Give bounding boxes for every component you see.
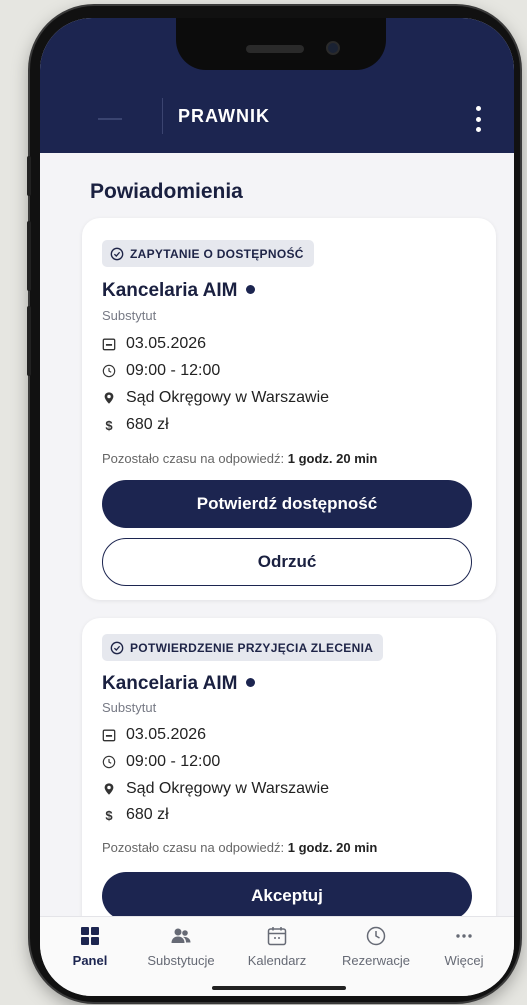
bottom-tab-bar: Panel Substytucje Kalendarz Rezerwacje W…	[40, 916, 514, 996]
tab-kalendarz[interactable]: Kalendarz	[232, 925, 322, 968]
location-row: Sąd Okręgowy w Warszawie	[102, 389, 329, 407]
notch	[176, 18, 386, 70]
tab-label: Substytucje	[147, 953, 215, 968]
tab-label: Rezerwacje	[342, 953, 410, 968]
home-indicator[interactable]	[212, 986, 346, 990]
price-row: $ 680 zł	[102, 806, 168, 824]
notification-card: ZAPYTANIE O DOSTĘPNOŚĆ Kancelaria AIM Su…	[82, 218, 496, 600]
price-row: $ 680 zł	[102, 416, 168, 434]
header-divider	[162, 98, 163, 134]
client-name: Kancelaria AIM	[102, 280, 255, 302]
app-title: PRAWNIK	[178, 106, 270, 126]
notification-card: POTWIERDZENIE PRZYJĘCIA ZLECENIA Kancela…	[82, 618, 496, 938]
tab-label: Więcej	[444, 953, 484, 968]
role-label: Substytut	[102, 308, 157, 323]
volume-down-button	[27, 306, 31, 376]
accept-button[interactable]: Akceptuj	[102, 872, 472, 920]
phone-screen: PRAWNIK Powiadomienia ZAPYTANIE O DOSTĘP…	[40, 18, 514, 996]
calendar-icon	[267, 927, 287, 946]
volume-up-button	[27, 221, 31, 291]
dashboard-icon	[81, 927, 99, 945]
location-row: Sąd Okręgowy w Warszawie	[102, 780, 329, 798]
clock-icon	[102, 755, 116, 769]
confirm-availability-button[interactable]: Potwierdź dostępność	[102, 480, 472, 528]
app-header: PRAWNIK	[40, 18, 514, 153]
dollar-icon: $	[105, 807, 113, 823]
users-icon	[171, 928, 191, 943]
client-name: Kancelaria AIM	[102, 673, 255, 695]
calendar-icon	[102, 729, 116, 742]
badge-label: POTWIERDZENIE PRZYJĘCIA ZLECENIA	[130, 640, 374, 655]
date-row: 03.05.2026	[102, 335, 206, 353]
tab-label: Panel	[72, 953, 108, 968]
response-time-remaining: Pozostało czasu na odpowiedź: 1 godz. 20…	[102, 451, 378, 466]
tab-panel[interactable]: Panel	[45, 925, 135, 968]
tab-wiecej[interactable]: Więcej	[419, 925, 509, 968]
speaker-grille	[246, 45, 304, 53]
clock-icon	[102, 364, 116, 378]
more-options-icon[interactable]	[468, 104, 488, 134]
date-row: 03.05.2026	[102, 726, 206, 744]
time-row: 09:00 - 12:00	[102, 362, 220, 380]
location-pin-icon	[104, 783, 114, 795]
menu-icon[interactable]	[98, 118, 122, 120]
time-row: 09:00 - 12:00	[102, 753, 220, 771]
front-camera	[326, 41, 340, 55]
tab-rezerwacje[interactable]: Rezerwacje	[331, 925, 421, 968]
mute-switch	[27, 156, 31, 196]
dollar-icon: $	[105, 417, 113, 433]
role-label: Substytut	[102, 700, 157, 715]
status-dot	[245, 285, 255, 295]
check-circle-icon	[110, 641, 124, 654]
more-icon	[456, 934, 472, 938]
notification-type-badge: POTWIERDZENIE PRZYJĘCIA ZLECENIA	[102, 634, 384, 661]
notification-type-badge: ZAPYTANIE O DOSTĘPNOŚĆ	[102, 240, 314, 267]
calendar-icon	[102, 338, 116, 351]
page-title: Powiadomienia	[90, 180, 243, 203]
badge-label: ZAPYTANIE O DOSTĘPNOŚĆ	[130, 246, 304, 261]
tab-substytucje[interactable]: Substytucje	[136, 925, 226, 968]
check-circle-icon	[110, 247, 124, 260]
reject-button[interactable]: Odrzuć	[102, 538, 472, 586]
location-pin-icon	[104, 392, 114, 404]
status-dot	[245, 678, 255, 688]
clock-icon	[366, 926, 386, 946]
tab-label: Kalendarz	[247, 953, 307, 968]
response-time-remaining: Pozostało czasu na odpowiedź: 1 godz. 20…	[102, 840, 378, 855]
